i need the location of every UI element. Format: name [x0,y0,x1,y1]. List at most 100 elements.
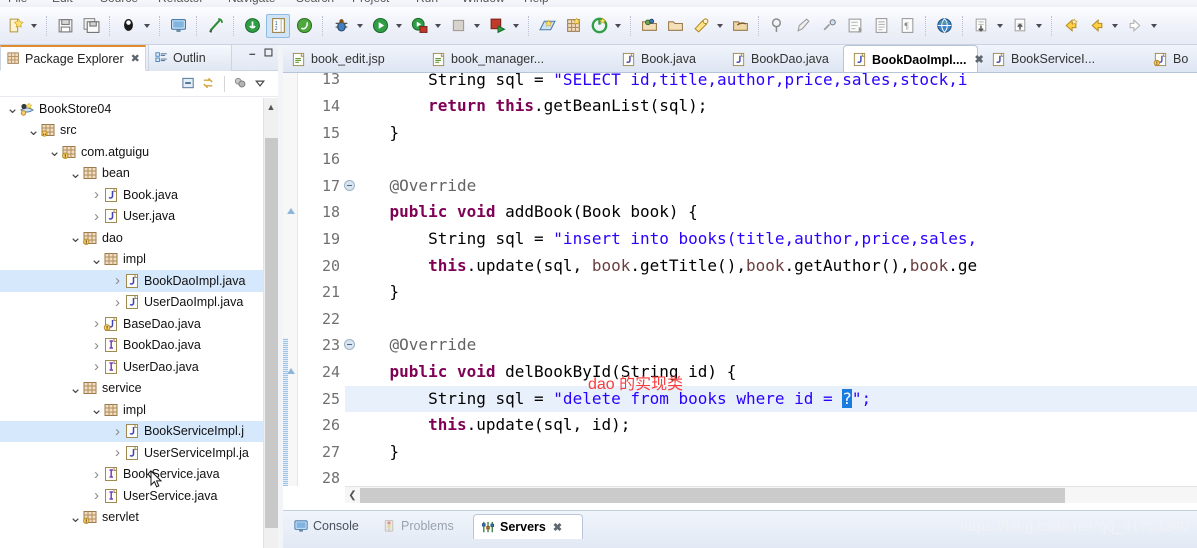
left-panel-tab-package-explorer[interactable]: Package Explorer ✖ [0,45,146,71]
close-icon[interactable]: ✖ [131,52,140,65]
editor-tab-bookdaoimpl[interactable]: BookDaoImpl.... ✖ [843,45,984,72]
scrollbar-thumb[interactable] [360,487,1065,503]
chevron-down-icon[interactable]: ⌄ [48,144,61,159]
chevron-right-icon[interactable]: › [90,359,103,374]
chevron-down-icon[interactable]: ⌄ [27,123,40,138]
last-edit-location-icon[interactable] [1058,14,1082,38]
editor-tab-bookdao-java[interactable]: BookDao.java [723,45,838,72]
chevron-down-icon[interactable] [141,15,152,37]
menu-item-file[interactable]: File [8,0,27,5]
bottom-tab-console[interactable]: Console [287,514,373,538]
chevron-down-icon[interactable] [393,15,404,37]
stop-icon[interactable] [446,14,470,38]
chevron-down-icon[interactable]: ⌄ [69,166,82,181]
chevron-down-icon[interactable] [471,15,482,37]
document-icon[interactable] [869,14,893,38]
quick-fix-icon[interactable] [817,14,841,38]
menu-item-refactor[interactable]: Refactor [158,0,203,5]
chevron-right-icon[interactable]: › [111,273,124,288]
profile-icon[interactable] [485,14,509,38]
menu-item-project[interactable]: Project [352,0,389,5]
tree-item-src[interactable]: ⌄ src [0,120,278,142]
new-connection-icon[interactable] [535,14,559,38]
chevron-down-icon[interactable]: ⌄ [6,101,19,116]
editor-marker-bar[interactable] [283,73,298,486]
chevron-down-icon[interactable]: ⌄ [69,510,82,525]
collapse-all-icon[interactable] [181,76,196,91]
tree-item-bookdaoimpl-java[interactable]: › BookDaoImpl.java [0,270,278,292]
tree-item-bean[interactable]: ⌄ bean [0,163,278,185]
chevron-down-icon[interactable] [1148,15,1159,37]
next-annotation-icon[interactable] [969,14,993,38]
menu-item-window[interactable]: Window [462,0,505,5]
tree-item-userserviceimpl-ja[interactable]: › UserServiceImpl.ja [0,442,278,464]
project-tree[interactable]: ⌄ BookStore04 ⌄ src ⌄ com.atguigu ⌄ bean › Book.j… [0,98,278,548]
previous-annotation-icon[interactable] [1008,14,1032,38]
new-java-project-icon[interactable] [240,14,264,38]
editor-tab-bookservicei[interactable]: BookServiceI... [983,45,1138,72]
chevron-right-icon[interactable]: › [90,488,103,503]
editor-tabbar[interactable]: book_edit.jsp book_manager... Book.java Boo… [283,45,1197,73]
chevron-down-icon[interactable]: ⌄ [90,252,103,267]
menu-item-edit[interactable]: Edit [52,0,73,5]
tree-item-userdaoimpl-java[interactable]: › UserDaoImpl.java [0,292,278,314]
bottom-tab-problems[interactable]: Problems [375,514,471,538]
tree-item-bookserviceimpl-j[interactable]: › BookServiceImpl.j [0,420,278,442]
tree-item-impl[interactable]: ⌄ impl [0,249,278,271]
new-wizard-icon[interactable] [3,14,27,38]
generate-icon[interactable] [587,14,611,38]
code-line[interactable]: return this.getBeanList(sql); [345,93,1197,120]
chevron-right-icon[interactable]: › [111,295,124,310]
web-browser-icon[interactable] [932,14,956,38]
menu-item-search[interactable]: Search [296,0,334,5]
tree-item-service[interactable]: ⌄ service [0,378,278,400]
chevron-down-icon[interactable]: ⌄ [69,230,82,245]
forward-icon[interactable] [1123,14,1147,38]
chevron-down-icon[interactable] [432,15,443,37]
code-line[interactable]: @Override [345,173,1197,200]
chevron-right-icon[interactable]: › [111,445,124,460]
code-line[interactable]: String sql = "delete from books where id… [345,385,1197,413]
code-line[interactable] [345,306,1197,333]
editor-body[interactable]: 13 14 15 16 17 18 19 20 21 22 23 24 25 26 27 28 String … [283,73,1197,508]
menu-bar[interactable]: File Edit Source Refactor Navigate Search Proj… [0,0,1197,7]
link-with-editor-icon[interactable] [201,76,216,91]
code-line[interactable]: this.update(sql, book.getTitle(),book.ge… [345,253,1197,280]
open-resource-icon[interactable] [728,14,752,38]
code-line[interactable]: String sql = "insert into books(title,au… [345,226,1197,253]
tree-item-userservice-java[interactable]: › UserService.java [0,485,278,507]
menu-item-run[interactable]: Run [416,0,438,5]
tree-item-bookservice-java[interactable]: › BookService.java [0,464,278,486]
print-icon[interactable] [116,14,140,38]
code-line[interactable] [345,146,1197,173]
debug-icon[interactable] [329,14,353,38]
open-type-icon[interactable] [637,14,661,38]
menu-item-help[interactable]: Help [524,0,549,5]
chevron-right-icon[interactable]: › [90,187,103,202]
code-line[interactable]: String sql = "SELECT id,title,author,pri… [345,73,1197,93]
menu-item-source[interactable]: Source [100,0,138,5]
tree-item-user-java[interactable]: › User.java [0,206,278,228]
editor-code-text[interactable]: String sql = "SELECT id,title,author,pri… [345,73,1197,486]
chevron-right-icon[interactable]: › [90,209,103,224]
chevron-down-icon[interactable]: ⌄ [69,381,82,396]
code-line[interactable]: @Override [345,332,1197,359]
chevron-right-icon[interactable]: › [90,316,103,331]
editor-tab-book-edit-jsp[interactable]: book_edit.jsp [283,45,413,72]
editor-tab-bo[interactable]: Bo [1145,45,1197,72]
run-server-icon[interactable] [407,14,431,38]
editor-horizontal-scrollbar[interactable]: ❮ [345,486,1197,503]
chevron-down-icon[interactable] [354,15,365,37]
maximize-icon[interactable] [263,47,276,60]
code-line[interactable]: } [345,279,1197,306]
close-icon[interactable]: ✖ [553,521,562,534]
minimize-icon[interactable] [247,47,260,60]
chevron-right-icon[interactable]: › [90,338,103,353]
search-icon[interactable] [689,14,713,38]
code-line[interactable]: this.update(sql, id); [345,412,1197,439]
chevron-right-icon[interactable]: › [111,424,124,439]
view-menu-icon[interactable] [253,76,268,91]
tree-item-bookdao-java[interactable]: › BookDao.java [0,335,278,357]
chevron-down-icon[interactable] [1033,15,1044,37]
code-line[interactable]: public void addBook(Book book) { [345,199,1197,226]
